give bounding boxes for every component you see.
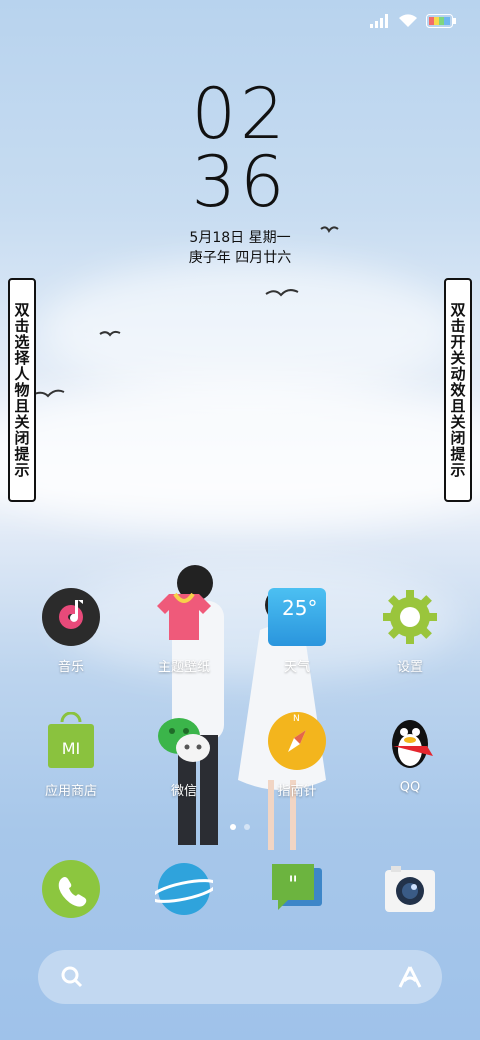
app-messages[interactable]: "	[247, 860, 347, 918]
app-label: 设置	[396, 660, 423, 675]
clock-hours: 02	[191, 73, 289, 155]
theme-icon	[155, 588, 213, 646]
app-store[interactable]: MI 应用商店	[21, 711, 121, 799]
app-music[interactable]: 音乐	[21, 588, 121, 675]
page-dot	[244, 824, 250, 830]
app-settings[interactable]: 设置	[360, 588, 460, 675]
signal-icon	[370, 14, 388, 28]
compass-north: N	[293, 714, 300, 724]
date-gregorian: 5月18日 星期一	[189, 230, 291, 246]
clock-minutes: 36	[191, 141, 289, 223]
app-label: 音乐	[57, 660, 84, 675]
wifi-icon	[399, 14, 417, 27]
phone-icon	[42, 860, 100, 918]
app-camera[interactable]	[360, 860, 460, 918]
app-weather[interactable]: 25° 天气	[247, 588, 347, 675]
gear-icon	[381, 588, 439, 646]
app-label: 微信	[170, 784, 197, 799]
camera-icon	[381, 860, 439, 918]
select-character-tip[interactable]: 双击选择人物且关闭提示	[8, 278, 36, 502]
app-store-icon: MI	[42, 711, 100, 770]
app-wechat[interactable]: 微信	[134, 712, 234, 799]
app-label: 应用商店	[44, 784, 97, 799]
status-bar	[370, 10, 456, 32]
weather-temp: 25°	[282, 596, 318, 620]
svg-text:": "	[288, 873, 298, 898]
search-icon	[61, 966, 83, 988]
clock[interactable]: 02 36	[0, 73, 480, 223]
messages-icon: "	[268, 860, 326, 918]
app-qq[interactable]: QQ	[360, 712, 460, 795]
wechat-icon	[155, 712, 213, 770]
app-label: 天气	[283, 660, 310, 675]
app-phone[interactable]	[21, 860, 121, 918]
browser-icon	[150, 860, 218, 918]
assistant-icon[interactable]	[396, 963, 424, 991]
app-theme[interactable]: 主题壁纸	[134, 588, 234, 675]
date: 5月18日 星期一 庚子年 四月廿六	[0, 228, 480, 268]
compass-icon: N	[268, 712, 326, 770]
app-label: 主题壁纸	[157, 660, 210, 675]
battery-icon	[426, 14, 456, 28]
app-compass[interactable]: N 指南针	[247, 712, 347, 799]
qq-icon	[381, 712, 439, 770]
toggle-animation-tip[interactable]: 双击开关动效且关闭提示	[444, 278, 472, 502]
date-lunar: 庚子年 四月廿六	[188, 250, 292, 266]
music-icon	[42, 588, 100, 646]
page-indicator[interactable]	[0, 824, 480, 830]
app-label: 指南针	[277, 784, 317, 799]
svg-text:MI: MI	[62, 739, 81, 758]
app-label: QQ	[399, 780, 421, 795]
search-bar[interactable]	[38, 950, 442, 1004]
page-dot-active	[230, 824, 236, 830]
weather-icon: 25°	[268, 588, 326, 646]
app-browser[interactable]	[134, 860, 234, 918]
